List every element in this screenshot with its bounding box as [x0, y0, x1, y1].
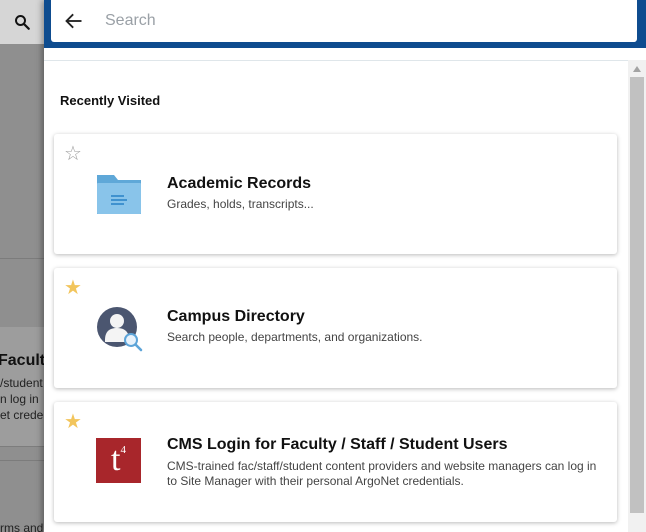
search-box — [51, 0, 637, 42]
recent-item-description: CMS-trained fac/staff/student content pr… — [167, 459, 597, 488]
caret-up-icon — [633, 65, 641, 72]
background-footer-text: rms and — [0, 521, 44, 532]
back-button[interactable] — [51, 0, 97, 42]
search-icon — [15, 15, 30, 30]
star-filled-icon[interactable]: ★ — [64, 412, 84, 432]
background-search-button[interactable] — [0, 0, 44, 44]
person-search-icon — [96, 306, 143, 352]
recent-item-title: Campus Directory — [167, 308, 305, 325]
t4-logo-superscript: 4 — [120, 444, 126, 456]
t4-logo-icon: t4 — [96, 438, 141, 483]
recent-item-title: Academic Records — [167, 175, 312, 192]
recent-item-cms-login[interactable]: ★ t4 CMS Login for Faculty / Staff / Stu… — [54, 402, 617, 522]
scrollbar[interactable] — [628, 60, 646, 532]
recent-item-description: Search people, departments, and organiza… — [167, 330, 423, 344]
background-card-line: n log in — [0, 392, 39, 406]
background-divider — [0, 460, 44, 461]
recent-item-description: Grades, holds, transcripts... — [167, 197, 314, 211]
scrollbar-thumb[interactable] — [630, 77, 644, 513]
scroll-up-button[interactable] — [628, 60, 646, 77]
folder-icon — [96, 172, 142, 218]
t4-logo-letter: t — [111, 441, 121, 478]
search-panel: Recently Visited ☆ Academic Records Grad… — [44, 0, 646, 532]
recently-visited-heading: Recently Visited — [60, 93, 161, 108]
search-results: Recently Visited ☆ Academic Records Grad… — [44, 60, 628, 532]
search-input[interactable] — [105, 6, 625, 36]
search-header — [44, 0, 646, 48]
arrow-left-icon — [65, 13, 82, 29]
star-outline-icon[interactable]: ☆ — [64, 144, 84, 164]
background-divider — [0, 258, 44, 259]
star-filled-icon[interactable]: ★ — [64, 278, 84, 298]
background-card-line: /student — [0, 376, 43, 390]
recent-item-campus-directory[interactable]: ★ Campus Directory Search people, depart… — [54, 268, 617, 388]
recent-item-title: CMS Login for Faculty / Staff / Student … — [167, 436, 508, 453]
recent-item-academic-records[interactable]: ☆ Academic Records Grades, holds, transc… — [54, 134, 617, 254]
background-card-line: et creden — [0, 408, 51, 422]
